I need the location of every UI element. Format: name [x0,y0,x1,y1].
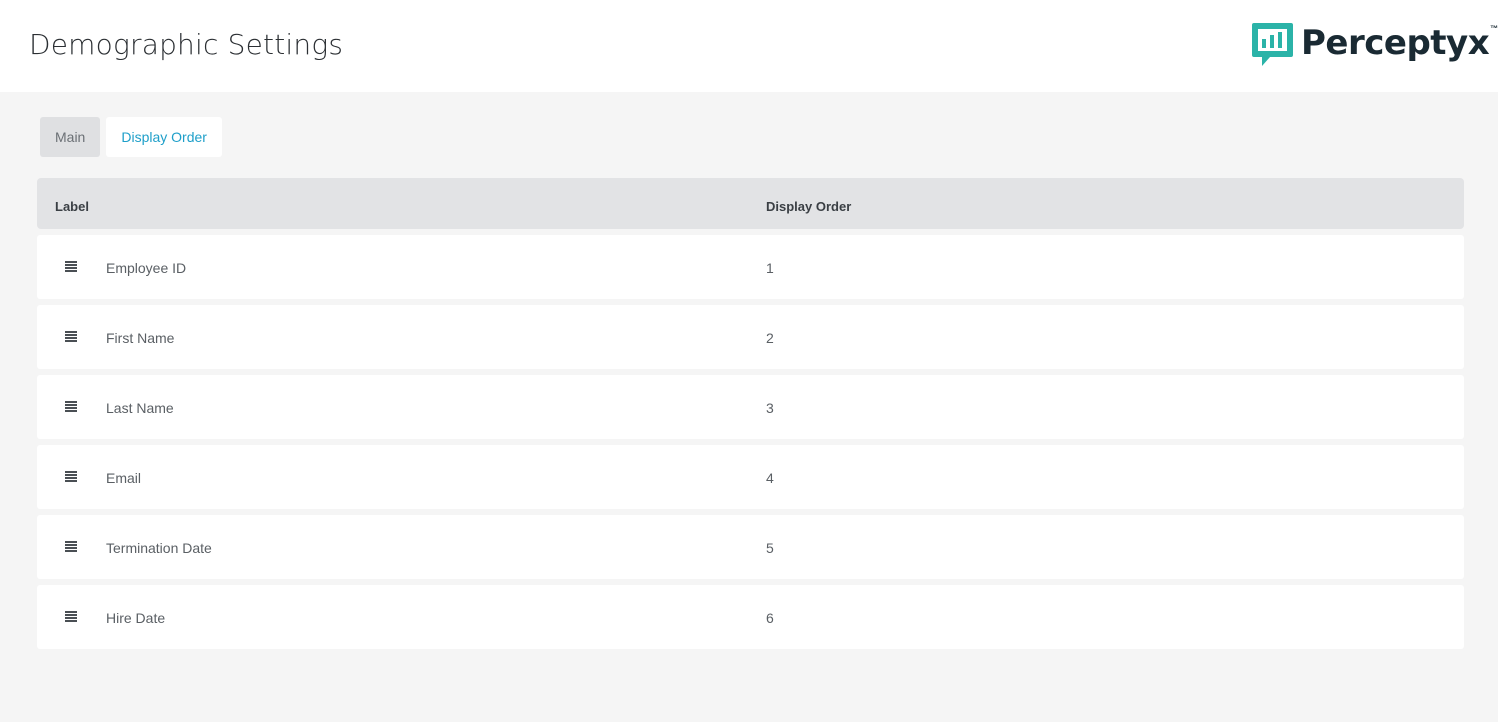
display-order-table: Label Display Order Employee ID 1 First … [37,178,1464,649]
row-label: Email [106,470,142,486]
row-display-order: 3 [766,400,774,416]
drag-handle-icon[interactable] [65,471,77,482]
row-display-order: 1 [766,260,774,276]
table-row[interactable]: Employee ID 1 [37,235,1464,299]
drag-handle-icon[interactable] [65,401,77,412]
drag-handle-icon[interactable] [65,611,77,622]
table-row[interactable]: Termination Date 5 [37,515,1464,579]
drag-handle-icon[interactable] [65,541,77,552]
column-header-display-order[interactable]: Display Order [766,199,851,214]
tab-main[interactable]: Main [40,117,101,157]
logo-trademark: ™ [1490,24,1498,33]
tab-display-order[interactable]: Display Order [106,117,222,157]
row-display-order: 5 [766,540,774,556]
logo-text: Perceptyx [1301,23,1490,63]
drag-handle-icon[interactable] [65,261,77,272]
tab-bar: Main Display Order [40,117,222,157]
row-label: First Name [106,330,175,346]
row-display-order: 2 [766,330,774,346]
page-header: Demographic Settings Perceptyx ™ [0,0,1498,92]
table-row[interactable]: Hire Date 6 [37,585,1464,649]
table-row[interactable]: Email 4 [37,445,1464,509]
brand-logo[interactable]: Perceptyx ™ [1250,20,1498,68]
table-row[interactable]: Last Name 3 [37,375,1464,439]
row-display-order: 4 [766,470,774,486]
perceptyx-logo-icon [1252,22,1293,66]
row-label: Last Name [106,400,174,416]
row-label: Termination Date [106,540,212,556]
row-label: Employee ID [106,260,187,276]
page-title: Demographic Settings [29,28,344,61]
column-header-label[interactable]: Label [55,199,89,214]
row-display-order: 6 [766,610,774,626]
table-row[interactable]: First Name 2 [37,305,1464,369]
drag-handle-icon[interactable] [65,331,77,342]
row-label: Hire Date [106,610,166,626]
table-header: Label Display Order [37,178,1464,229]
